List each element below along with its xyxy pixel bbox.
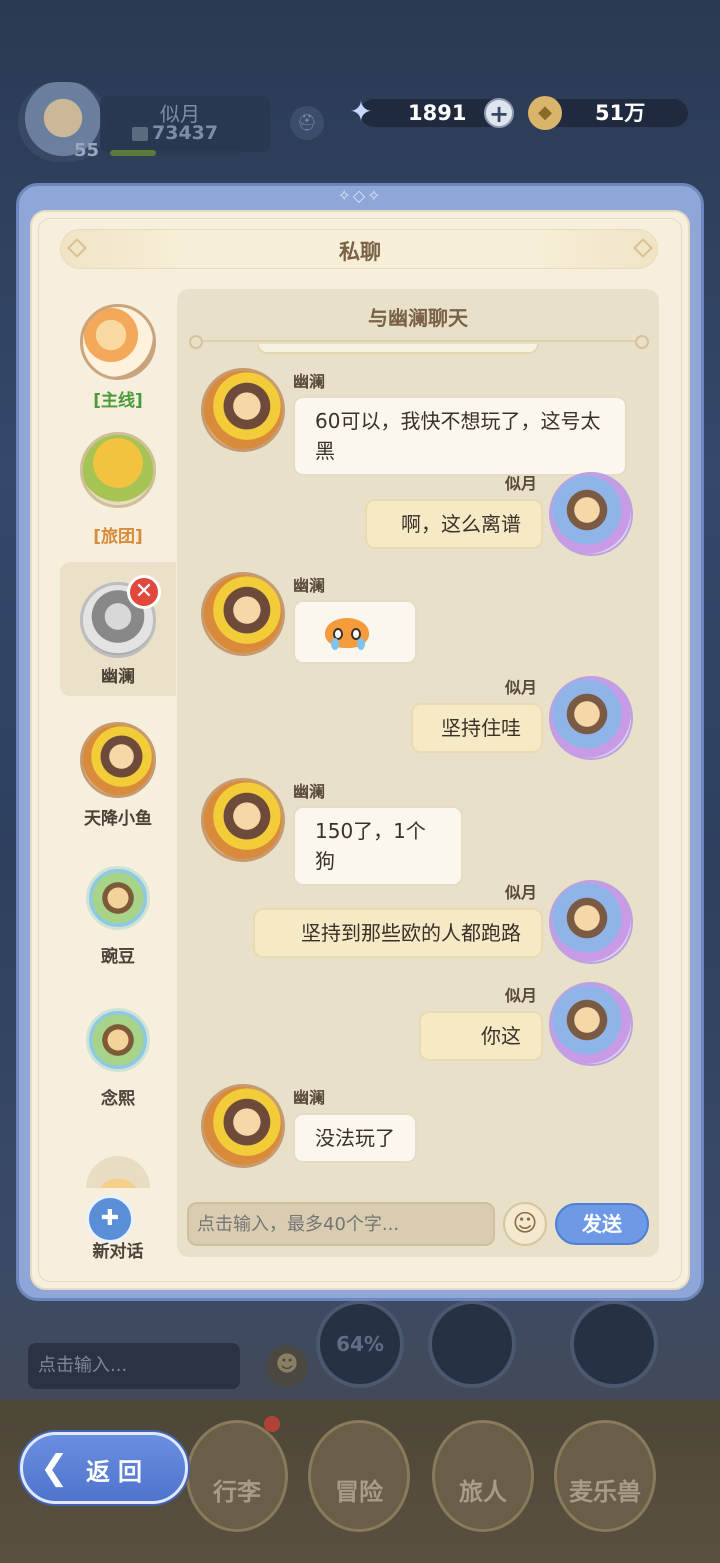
nav-label-luggage: 行李 (213, 1478, 261, 1506)
contact-youlan[interactable]: 幽澜 (60, 562, 176, 696)
message-bubble: 没法玩了 (293, 1113, 417, 1163)
contact-list[interactable]: [主线] [旅团] 幽澜 天降小鱼 豌豆 念熙 (60, 290, 176, 1190)
sender-name: 似月 (505, 883, 538, 902)
sender-avatar[interactable] (549, 676, 633, 760)
skill-percent: 64% (336, 1332, 384, 1356)
contact-avatar (86, 1156, 150, 1188)
chat-divider (189, 335, 649, 349)
chat-title: 与幽澜聊天 (368, 306, 468, 330)
sender-avatar[interactable] (549, 982, 633, 1066)
chat-input[interactable] (187, 1202, 495, 1246)
contact-label: 幽澜 (101, 667, 135, 687)
background-emoji-icon[interactable]: ☻ (266, 1345, 308, 1387)
exp-bar (110, 150, 240, 156)
message-bubble-sticker (293, 600, 417, 664)
player-level: 55 (74, 140, 100, 161)
new-chat-label[interactable]: 新对话 (60, 1237, 176, 1262)
player-power: 73437 (132, 122, 218, 144)
skill-button-3[interactable] (570, 1300, 658, 1388)
sender-name: 幽澜 (293, 576, 326, 595)
nav-label-pets: 麦乐兽 (569, 1478, 641, 1506)
sender-name: 似月 (505, 678, 538, 697)
nav-label-travelers: 旅人 (459, 1478, 507, 1506)
power-value: 73437 (152, 122, 219, 144)
sender-name: 幽澜 (293, 1088, 326, 1107)
shield-icon (132, 126, 148, 141)
message-bubble: 你这 (419, 1011, 543, 1061)
star-gem-icon: ✦ (349, 95, 373, 128)
message-list[interactable]: 幽澜 60可以，我快不想玩了，这号太黑 似月 啊，这么离谱 幽澜 似月 坚持住哇… (177, 344, 659, 1189)
sender-avatar[interactable] (201, 572, 285, 656)
sender-name: 似月 (505, 474, 538, 493)
helmet-icon[interactable]: ⛑ (290, 106, 324, 140)
message-bubble-partial (257, 344, 539, 354)
contact-label: [主线] (93, 391, 143, 411)
contact-label: 念熙 (101, 1089, 135, 1109)
sender-avatar[interactable] (201, 368, 285, 452)
contact-partial[interactable] (60, 1148, 176, 1188)
contact-label: 豌豆 (101, 947, 135, 967)
skill-button-1[interactable]: 64% (316, 1300, 404, 1388)
contact-tianjiang-xiaoyu[interactable]: 天降小鱼 (60, 710, 176, 840)
background-chat-input[interactable]: 点击输入... (28, 1343, 240, 1389)
message-bubble: 150了，1个狗 (293, 806, 463, 886)
contact-wandou[interactable]: 豌豆 (60, 860, 176, 980)
gem-value: 1891 (408, 101, 467, 125)
crying-bird-sticker-icon (319, 612, 379, 656)
sender-avatar[interactable] (201, 778, 285, 862)
contact-avatar (80, 722, 156, 798)
emoji-button-icon[interactable]: ☺ (503, 1202, 547, 1246)
notification-badge (264, 1416, 280, 1432)
sender-name: 幽澜 (293, 782, 326, 801)
sender-name: 幽澜 (293, 372, 326, 391)
contact-team[interactable]: [旅团] (60, 426, 176, 556)
contact-label: 天降小鱼 (84, 809, 152, 829)
add-gems-button[interactable]: + (484, 98, 514, 128)
top-hud: 似月 73437 55 ⛑ ✦ 1891 + ◆ 51万 (0, 0, 720, 180)
contact-avatar (86, 1008, 150, 1072)
back-button-label[interactable]: 返回 (86, 1452, 150, 1487)
sender-name: 似月 (505, 986, 538, 1005)
send-button[interactable]: 发送 (555, 1203, 649, 1245)
contact-avatar (80, 304, 156, 380)
message-bubble: 啊，这么离谱 (365, 499, 543, 549)
sender-avatar[interactable] (549, 880, 633, 964)
dialog-ornament: ✧◇✧ (337, 186, 383, 205)
sender-avatar[interactable] (549, 472, 633, 556)
coin-icon: ◆ (528, 96, 562, 130)
close-chat-icon[interactable]: ✕ (127, 575, 161, 609)
back-arrow-icon[interactable]: ❮ (40, 1448, 80, 1488)
contact-nianxi[interactable]: 念熙 (60, 1002, 176, 1122)
contact-avatar (80, 432, 156, 508)
contact-main-line[interactable]: [主线] (60, 290, 176, 420)
sender-avatar[interactable] (201, 1084, 285, 1168)
exp-bar-fill (110, 150, 156, 156)
message-bubble: 坚持到那些欧的人都跑路 (253, 908, 543, 958)
new-chat-icon[interactable]: ✚ (86, 1195, 134, 1243)
coin-value: 51万 (595, 101, 646, 125)
contact-avatar (86, 866, 150, 930)
contact-label: [旅团] (93, 527, 143, 547)
message-bubble: 60可以，我快不想玩了，这号太黑 (293, 396, 627, 476)
dialog-title: 私聊 (339, 240, 381, 264)
message-bubble: 坚持住哇 (411, 703, 543, 753)
nav-label-adventure: 冒险 (335, 1478, 383, 1506)
skill-button-2[interactable] (428, 1300, 516, 1388)
